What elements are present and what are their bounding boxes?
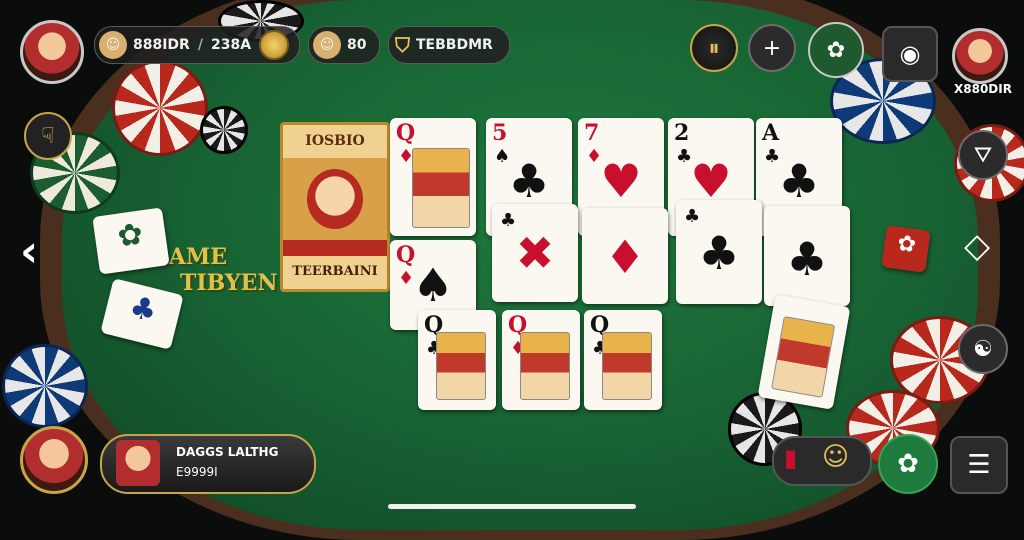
face-icon: ☺ — [822, 442, 850, 472]
card-suit: ♣ — [684, 206, 701, 227]
opponent-name: X880DIR — [954, 82, 1012, 96]
clover-icon[interactable]: ✿ — [808, 22, 864, 78]
player-name: TEBBDMR — [416, 37, 493, 53]
feature-card-header: IOSBIO — [305, 133, 365, 149]
hud-title: DAGGS LALTHG — [176, 445, 279, 459]
shield-icon: ⛉ — [395, 33, 410, 57]
level-face-icon: ☺ — [313, 31, 341, 59]
card-rank: Q — [396, 120, 416, 146]
level-pill: ☺ 80 — [308, 26, 380, 64]
bet-value: 238A — [210, 37, 252, 53]
card-icon: ▮ — [784, 444, 798, 472]
card-mid-3[interactable]: ♦ — [582, 208, 668, 304]
chip-stack-red — [112, 60, 208, 156]
card-mid-2[interactable]: ♣ ✖ — [492, 204, 578, 302]
player-face-icon: ☺ — [99, 31, 127, 59]
player-avatar[interactable] — [20, 20, 84, 84]
decor-card-red: ✿ — [881, 225, 931, 273]
opponent-avatar[interactable] — [952, 28, 1008, 84]
card-rank: A — [762, 120, 780, 146]
name-pill: ⛉ TEBBDMR — [388, 26, 510, 64]
hud-amount: E9999I — [176, 465, 218, 479]
emote-pill[interactable]: ▮ ☺ — [772, 436, 872, 486]
card-rank: 7 — [584, 120, 600, 146]
card-center-pip: ♠ — [412, 258, 454, 312]
card-center-pip: ♣ — [786, 232, 828, 286]
card-top-1[interactable]: Q ♦ — [390, 118, 476, 236]
level-value: 80 — [347, 37, 367, 53]
card-face-art — [602, 332, 652, 400]
card-center-pip: ♦ — [604, 230, 646, 284]
home-indicator — [388, 504, 636, 509]
coin-icon[interactable] — [259, 30, 290, 60]
feature-card-label: TEERBAINI — [287, 264, 383, 279]
card-center-pip: ♣ — [778, 154, 820, 208]
decor-card: ✿ — [92, 207, 170, 275]
pause-icon[interactable]: ⏸ — [690, 24, 738, 72]
card-face-art — [412, 148, 470, 228]
clover-action-icon[interactable]: ✿ — [878, 434, 938, 494]
chip-stack-blue — [2, 344, 88, 428]
player-info-panel: DAGGS LALTHG E9999I — [100, 434, 316, 494]
card-bottom-1[interactable]: Q ♣ — [418, 310, 496, 410]
card-rank: 5 — [492, 120, 508, 146]
chip-bet-icon[interactable]: ⛛ — [958, 130, 1008, 180]
hud-portrait — [116, 440, 160, 486]
card-mid-5[interactable]: ♣ — [764, 206, 850, 306]
card-center-pip: ♣ — [698, 226, 740, 280]
card-bottom-3[interactable]: Q ♣ — [584, 310, 662, 410]
add-icon[interactable]: + — [748, 24, 796, 72]
card-bottom-2[interactable]: Q ♦ — [502, 310, 580, 410]
hand-icon[interactable]: ☟ — [24, 112, 72, 160]
card-face-art — [771, 315, 836, 398]
logo-line-2: TIBYEN — [180, 270, 278, 296]
feature-card-portrait — [307, 169, 363, 229]
card-center-pip: ♣ — [508, 154, 550, 208]
menu-icon[interactable]: ☰ — [950, 436, 1008, 494]
card-mid-4[interactable]: ♣ ♣ — [676, 200, 762, 304]
chip-black — [200, 106, 248, 154]
self-avatar[interactable] — [20, 426, 88, 494]
card-rank: 2 — [674, 120, 690, 146]
camera-icon[interactable]: ◉ — [882, 26, 938, 82]
feature-card[interactable]: IOSBIO TEERBAINI — [280, 122, 390, 292]
balance-value: 888IDR — [133, 37, 190, 53]
chevron-left-icon[interactable]: ‹ — [20, 226, 38, 277]
card-center-pip: ♥ — [600, 154, 642, 208]
balance-pill: ☺ 888IDR / 238A — [94, 26, 300, 64]
diamond-nav-icon[interactable]: ◇ — [964, 226, 990, 266]
card-center-pip: ✖ — [515, 226, 555, 280]
card-face-art — [436, 332, 486, 400]
emote-icon[interactable]: ☯ — [958, 324, 1008, 374]
card-face-art — [520, 332, 570, 400]
